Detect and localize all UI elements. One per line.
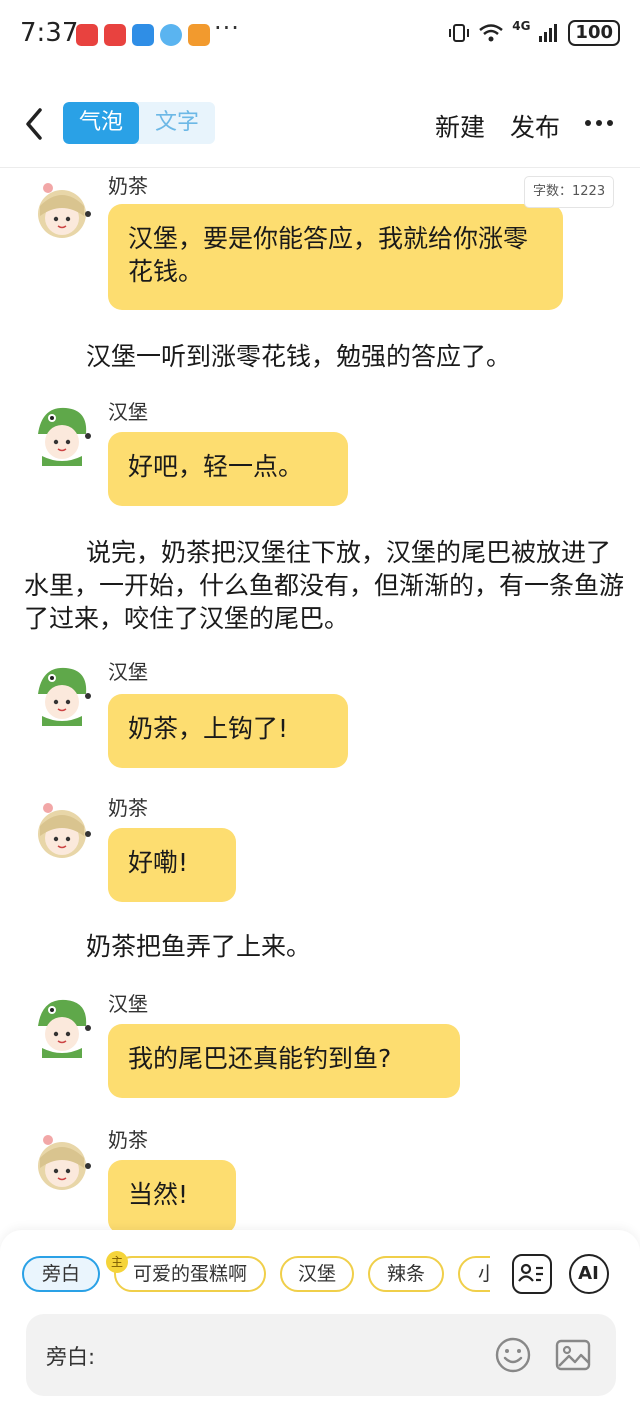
ai-button[interactable]: AI <box>569 1254 609 1294</box>
role-chip-latiao[interactable]: 辣条 <box>368 1256 444 1292</box>
editor-header: 气泡 文字 新建 发布 <box>0 90 640 164</box>
narration-text[interactable]: 说完，奶茶把汉堡往下放，汉堡的尾巴被放进了水里，一开始，什么鱼都没有，但渐渐的，… <box>24 536 624 635</box>
speaker-name: 奶茶 <box>108 1128 148 1152</box>
back-arrow-icon[interactable] <box>18 104 52 144</box>
role-chip-hamburger[interactable]: 汉堡 <box>280 1256 354 1292</box>
role-chip-cake[interactable]: 可爱的蛋糕啊 <box>114 1256 266 1292</box>
story-chat: 奶茶 汉堡，要是你能答应，我就给你涨零花钱。 汉堡一听到涨零花钱，勉强的答应了。… <box>0 168 640 1230</box>
hamburger-dino-avatar <box>38 407 91 466</box>
message-bubble[interactable]: 汉堡，要是你能答应，我就给你涨零花钱。 <box>108 204 563 310</box>
huawei-app-icon-2 <box>104 24 126 46</box>
messenger-app-icon <box>160 24 182 46</box>
input-speaker-label: 旁白: <box>46 1345 96 1369</box>
message-input-area: 旁白: <box>26 1314 616 1396</box>
speaker-name: 汉堡 <box>108 400 148 424</box>
tab-bubble[interactable]: 气泡 <box>63 102 139 144</box>
speaker-name: 汉堡 <box>108 660 148 684</box>
main-role-badge: 主 <box>106 1251 128 1273</box>
milktea-avatar <box>38 183 91 238</box>
shop-app-icon <box>188 24 210 46</box>
milktea-avatar <box>38 1135 91 1190</box>
more-notifications-icon: ··· <box>214 14 240 42</box>
role-chip-more[interactable]: 小 <box>458 1256 490 1292</box>
network-type: 4G <box>512 19 531 33</box>
message-bubble[interactable]: 我的尾巴还真能钓到鱼? <box>108 1024 460 1098</box>
message-bubble[interactable]: 好吧，轻一点。 <box>108 432 348 506</box>
emoji-icon[interactable] <box>494 1336 532 1374</box>
speaker-name: 汉堡 <box>108 992 148 1016</box>
new-button[interactable]: 新建 <box>435 108 485 144</box>
hamburger-dino-avatar <box>38 667 91 726</box>
wifi-icon <box>479 24 504 42</box>
hamburger-dino-avatar <box>38 999 91 1058</box>
signal-icon <box>539 24 558 42</box>
weather-app-icon <box>132 24 154 46</box>
speaker-name: 奶茶 <box>108 796 148 820</box>
message-input[interactable] <box>108 1330 492 1382</box>
image-icon[interactable] <box>554 1336 592 1374</box>
role-selector: 旁白 可爱的蛋糕啊 汉堡 辣条 小 <box>20 1252 490 1296</box>
message-bubble[interactable]: 好嘞! <box>108 828 236 902</box>
role-manager-button[interactable] <box>512 1254 552 1294</box>
huawei-app-icon <box>76 24 98 46</box>
status-time: 7:37 <box>20 18 79 48</box>
word-count-badge: 字数：1223 <box>524 176 615 208</box>
message-bubble[interactable]: 奶茶，上钩了! <box>108 694 348 768</box>
composer-panel: 旁白 可爱的蛋糕啊 汉堡 辣条 小 主 AI 旁白: <box>0 1230 640 1422</box>
status-bar: 7:37 ··· 4G 100 <box>0 0 640 70</box>
role-chip-narrator[interactable]: 旁白 <box>22 1256 100 1292</box>
tab-text[interactable]: 文字 <box>139 102 215 144</box>
narration-text[interactable]: 奶茶把鱼弄了上来。 <box>24 930 624 963</box>
mode-toggle: 气泡 文字 <box>63 102 215 144</box>
vibrate-icon <box>449 24 470 42</box>
message-bubble[interactable]: 当然! <box>108 1160 236 1230</box>
speaker-name: 奶茶 <box>108 174 148 198</box>
contact-card-icon <box>518 1263 543 1282</box>
publish-button[interactable]: 发布 <box>510 108 560 144</box>
more-options-icon[interactable] <box>585 120 613 126</box>
ai-label: AI <box>578 1263 599 1284</box>
battery-indicator: 100 <box>568 20 620 46</box>
narration-text[interactable]: 汉堡一听到涨零花钱，勉强的答应了。 <box>24 340 624 373</box>
milktea-avatar <box>38 803 91 858</box>
